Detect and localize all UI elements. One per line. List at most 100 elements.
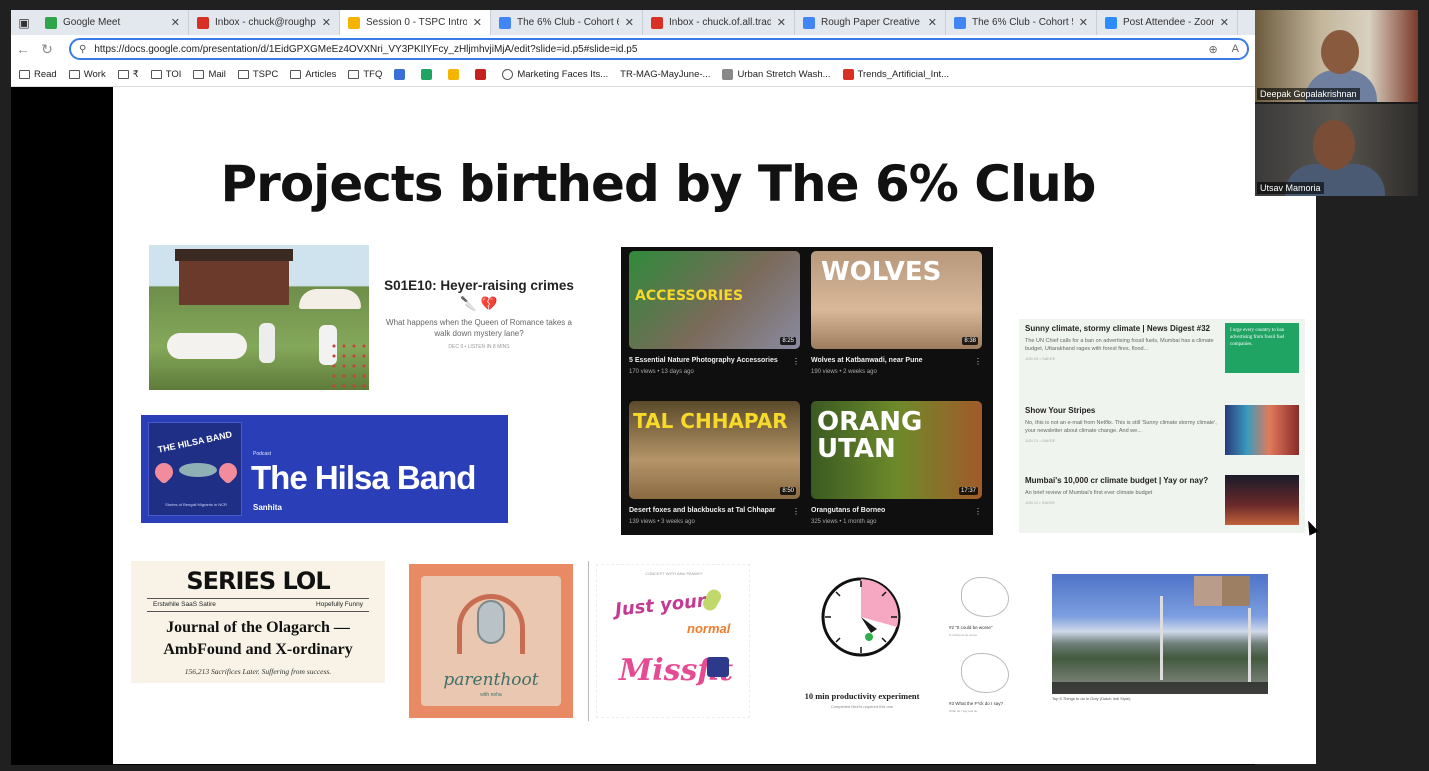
newsletter-item[interactable]: Sunny climate, stormy climate | News Dig…	[1025, 323, 1299, 373]
video-title[interactable]: 5 Essential Nature Photography Accessori…	[629, 357, 800, 364]
tab-title: Rough Paper Creative – Cal	[821, 17, 922, 28]
bookmark-item[interactable]: TSPC	[237, 69, 278, 80]
tab-close-icon[interactable]: ✕	[322, 16, 331, 29]
bookmark-label: Articles	[305, 69, 337, 80]
more-options-icon[interactable]: ⋮	[792, 507, 800, 516]
newsletter-image: I urge every country to ban advertising …	[1225, 323, 1299, 373]
video-title[interactable]: Desert foxes and blackbucks at Tal Chhap…	[629, 507, 800, 514]
video-card[interactable]: ACCESSORIES 8:25 5 Essential Nature Photog…	[629, 251, 800, 375]
tab-close-icon[interactable]: ✕	[1079, 16, 1088, 29]
participant-name: Deepak Gopalakrishnan	[1257, 88, 1360, 100]
tab-close-icon[interactable]: ✕	[625, 16, 634, 29]
video-meta: 190 views • 2 weeks ago	[811, 369, 877, 375]
bookmark-item[interactable]	[448, 69, 463, 80]
video-title[interactable]: Orangutans of Borneo	[811, 507, 982, 514]
participant-tile[interactable]: Deepak Gopalakrishnan	[1255, 10, 1418, 102]
site-info-icon[interactable]: ⚲	[79, 44, 86, 55]
video-thumbnail[interactable]: ACCESSORIES 8:25	[629, 251, 800, 349]
bookmark-item[interactable]	[475, 69, 490, 80]
video-thumbnail[interactable]: ORANG UTAN 17:37	[811, 401, 982, 499]
bookmark-item[interactable]: TOI	[150, 69, 182, 80]
newsletter-item[interactable]: Show Your Stripes No, this is not an e-ma…	[1025, 405, 1299, 455]
newsletter-desc: No, this is not an e-mail from Netflix. …	[1025, 420, 1217, 434]
newsletter-image	[1225, 475, 1299, 525]
participant-tile[interactable]: Utsav Mamoria	[1255, 104, 1418, 196]
browser-tab[interactable]: Google Meet ✕	[37, 10, 189, 35]
browser-tab[interactable]: Inbox - chuck@roughpaper ✕	[189, 10, 340, 35]
back-icon[interactable]: ←	[11, 41, 35, 57]
bookmark-item[interactable]	[394, 69, 409, 80]
puzzle-piece-icon	[707, 657, 729, 677]
newsletter-image	[1225, 405, 1299, 455]
bookmark-item[interactable]: ₹	[117, 69, 139, 80]
browser-tab[interactable]: The 6% Club - Cohort 5 | Li ✕	[946, 10, 1097, 35]
site-favicon-icon	[722, 69, 734, 80]
zoom-icon[interactable]: ⊕	[1208, 43, 1217, 56]
bookmark-item[interactable]: TR-MAG-MayJune-...	[620, 69, 710, 80]
bookmark-label: TOI	[165, 69, 182, 80]
bookmark-item[interactable]: Marketing Faces Its...	[502, 69, 608, 80]
newsletter-title[interactable]: Sunny climate, stormy climate | News Dig…	[1025, 323, 1221, 334]
video-card[interactable]: WOLVES 8:38 Wolves at Katbanwadi, near Pun…	[811, 251, 982, 375]
bookmark-item[interactable]: Urban Stretch Wash...	[722, 69, 831, 80]
tab-close-icon[interactable]: ✕	[171, 16, 180, 29]
series-lol-tagline: 156,213 Sacrifices Later. Suffering from…	[184, 667, 332, 676]
newsletter-item[interactable]: Mumbai's 10,000 cr climate budget | Yay …	[1025, 475, 1299, 525]
tab-close-icon[interactable]: ✕	[1220, 16, 1229, 29]
bookmark-label: Work	[83, 69, 106, 80]
bookmark-item[interactable]: Articles	[290, 69, 336, 80]
bookmark-item[interactable]: Trends_Artificial_Int...	[842, 69, 949, 80]
video-title[interactable]: Wolves at Katbanwadi, near Pune	[811, 357, 982, 364]
video-thumbnail[interactable]: TAL CHHAPAR 8:50	[629, 401, 800, 499]
tab-title: Inbox - chuck@roughpaper	[215, 17, 316, 28]
bookmark-item[interactable]: Work	[68, 69, 106, 80]
folder-icon	[193, 70, 205, 79]
url-text: https://docs.google.com/presentation/d/1…	[94, 43, 638, 55]
more-options-icon[interactable]: ⋮	[974, 507, 982, 516]
missfit-just: Just your	[614, 590, 707, 621]
bookmark-item[interactable]	[421, 69, 436, 80]
series-lol-masthead: SERIES LOL Erstwhile SaaS Satire Hopeful…	[131, 561, 385, 683]
read-aloud-icon[interactable]: A	[1232, 43, 1239, 56]
browser-tab[interactable]: Inbox - chuck.of.all.trades@ ✕	[643, 10, 795, 35]
bookmark-item[interactable]: TFQ	[348, 69, 382, 80]
divider	[588, 561, 589, 721]
tab-close-icon[interactable]: ✕	[928, 16, 937, 29]
browser-tab[interactable]: Rough Paper Creative – Cal ✕	[795, 10, 946, 35]
video-card[interactable]: TAL CHHAPAR 8:50 Desert foxes and blackbuc…	[629, 401, 800, 525]
folder-icon	[68, 70, 80, 79]
bookmark-item[interactable]: Read	[19, 69, 57, 80]
folder-icon	[348, 70, 360, 79]
site-favicon-icon	[475, 69, 487, 80]
sketch-image	[961, 577, 1009, 617]
tab-close-icon[interactable]: ✕	[777, 16, 786, 29]
slide-presentation-area: Projects birthed by The 6% Club S01E10: …	[11, 87, 1316, 765]
bookmark-item[interactable]: Mail	[193, 69, 226, 80]
reload-icon[interactable]: ↻	[35, 41, 59, 58]
sketch-title: #2 "It could be worse"	[949, 625, 993, 630]
more-options-icon[interactable]: ⋮	[792, 357, 800, 366]
newsletter-desc: An brief review of Mumbai's first ever c…	[1025, 490, 1153, 496]
tab-favicon-icon	[954, 16, 966, 29]
address-bar[interactable]: ⚲ https://docs.google.com/presentation/d…	[69, 38, 1249, 60]
window-menu-icon[interactable]: ▣	[11, 10, 37, 35]
tab-close-icon[interactable]: ✕	[473, 16, 482, 29]
browser-tab[interactable]: Post Attendee - Zoom ✕	[1097, 10, 1238, 35]
podcast-author: Sanhita	[253, 503, 282, 512]
heart-icon	[215, 459, 241, 485]
video-card[interactable]: ORANG UTAN 17:37 Orangutans of Borneo 325 v…	[811, 401, 982, 525]
sketch-subtitle: It could just be worse	[949, 633, 978, 637]
presenter-thumbnail	[1194, 576, 1222, 606]
video-thumbnail[interactable]: WOLVES 8:38	[811, 251, 982, 349]
newsletter-title[interactable]: Show Your Stripes	[1025, 405, 1221, 416]
browser-tab[interactable]: The 6% Club - Cohort 6 | Li ✕	[491, 10, 643, 35]
bookmark-label: Marketing Faces Its...	[517, 69, 609, 80]
newsletter-title[interactable]: Mumbai's 10,000 cr climate budget | Yay …	[1025, 475, 1221, 486]
tab-title: Session 0 - TSPC Intro - Go	[366, 17, 467, 28]
more-options-icon[interactable]: ⋮	[974, 357, 982, 366]
zoom-video-panel: Deepak Gopalakrishnan Utsav Mamoria	[1255, 10, 1418, 196]
browser-tab[interactable]: Session 0 - TSPC Intro - Go ✕	[340, 10, 491, 35]
thumbnail-text: WOLVES	[821, 257, 942, 287]
tab-title: Post Attendee - Zoom	[1123, 17, 1214, 28]
logo-text: THE HILSA BAND	[156, 429, 233, 455]
